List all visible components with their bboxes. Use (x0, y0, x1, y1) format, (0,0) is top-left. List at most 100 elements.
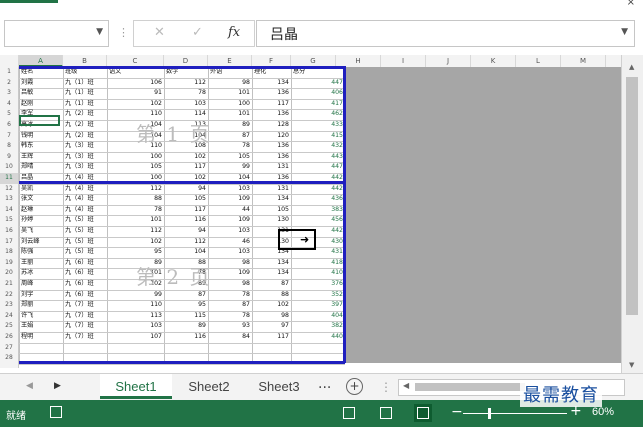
data-cell[interactable]: 九（5）班 (65, 237, 105, 247)
data-cell[interactable]: 78 (210, 290, 250, 300)
row-header-21[interactable]: 21 (0, 279, 18, 290)
data-cell[interactable]: 87 (210, 300, 250, 310)
data-cell[interactable]: 415 (293, 131, 343, 141)
data-cell[interactable]: 417 (293, 99, 343, 109)
data-cell[interactable]: 九（2）班 (65, 120, 105, 130)
column-header-m[interactable]: M (561, 55, 606, 67)
data-cell[interactable]: 97 (254, 321, 289, 331)
data-cell[interactable]: 89 (210, 120, 250, 130)
data-cell[interactable]: 406 (293, 88, 343, 98)
page-layout-view-button[interactable] (377, 404, 395, 422)
enter-icon[interactable]: ✓ (192, 25, 203, 40)
row-header-12[interactable]: 12 (0, 184, 18, 195)
data-cell[interactable]: 418 (293, 258, 343, 268)
data-cell[interactable]: 136 (254, 88, 289, 98)
page-break-preview-button[interactable] (414, 404, 432, 422)
row-header-20[interactable]: 20 (0, 268, 18, 279)
data-cell[interactable]: 105 (210, 152, 250, 162)
data-cell[interactable]: 陈强 (21, 247, 61, 257)
data-cell[interactable]: 78 (166, 88, 206, 98)
scroll-up-icon[interactable]: ▲ (629, 63, 634, 71)
formula-input[interactable]: 吕晶 ▼ (256, 20, 635, 47)
data-cell[interactable]: 九（6）班 (65, 258, 105, 268)
row-header-9[interactable]: 9 (0, 152, 18, 163)
zoom-out-icon[interactable]: − (451, 404, 463, 420)
data-cell[interactable]: 103 (109, 321, 162, 331)
data-cell[interactable]: 447 (293, 162, 343, 172)
data-cell[interactable]: 134 (254, 258, 289, 268)
data-cell[interactable]: 46 (210, 237, 250, 247)
data-cell[interactable]: 456 (293, 215, 343, 225)
data-cell[interactable]: 128 (254, 120, 289, 130)
data-cell[interactable]: 410 (293, 268, 343, 278)
data-cell[interactable]: 78 (210, 311, 250, 321)
data-cell[interactable]: 吕敏 (21, 88, 61, 98)
data-cell[interactable]: 94 (166, 184, 206, 194)
data-cell[interactable]: 95 (166, 300, 206, 310)
row-header-28[interactable]: 28 (0, 353, 18, 364)
data-cell[interactable]: 九（1）班 (65, 99, 105, 109)
data-cell[interactable]: 九（5）班 (65, 247, 105, 257)
data-cell[interactable]: 郑晴 (21, 162, 61, 172)
data-cell[interactable]: 九（7）班 (65, 332, 105, 342)
data-cell[interactable]: 九（6）班 (65, 268, 105, 278)
vertical-scrollbar[interactable]: ▲ ▼ (621, 55, 643, 373)
data-cell[interactable]: 131 (254, 162, 289, 172)
row-header-2[interactable]: 2 (0, 78, 18, 89)
horizontal-scroll-thumb[interactable] (415, 383, 525, 391)
data-cell[interactable]: 许飞 (21, 311, 61, 321)
data-cell[interactable]: 112 (109, 184, 162, 194)
data-cell[interactable]: 78 (210, 141, 250, 151)
data-cell[interactable]: 102 (254, 300, 289, 310)
data-cell[interactable]: 九（7）班 (65, 311, 105, 321)
data-cell[interactable]: 九（3）班 (65, 141, 105, 151)
data-cell[interactable]: 九（3）班 (65, 152, 105, 162)
column-header-l[interactable]: L (516, 55, 561, 67)
data-cell[interactable]: 103 (166, 99, 206, 109)
row-header-1[interactable]: 1 (0, 67, 18, 78)
data-cell[interactable]: 88 (254, 290, 289, 300)
data-cell[interactable]: 郑丽 (21, 300, 61, 310)
more-sheets-icon[interactable]: ... (318, 376, 331, 392)
column-header-i[interactable]: I (381, 55, 426, 67)
data-cell[interactable]: 112 (166, 237, 206, 247)
row-header-25[interactable]: 25 (0, 321, 18, 332)
data-cell[interactable]: 刘霞 (21, 78, 61, 88)
data-cell[interactable]: 436 (293, 194, 343, 204)
data-cell[interactable]: 95 (109, 247, 162, 257)
data-cell[interactable]: 87 (210, 131, 250, 141)
data-cell[interactable]: 115 (166, 311, 206, 321)
row-header-15[interactable]: 15 (0, 215, 18, 226)
chevron-down-icon[interactable]: ▼ (96, 27, 103, 37)
page-break-line[interactable] (19, 181, 345, 184)
row-header-19[interactable]: 19 (0, 258, 18, 269)
data-cell[interactable]: 117 (166, 162, 206, 172)
data-cell[interactable]: 134 (254, 78, 289, 88)
data-cell[interactable]: 89 (166, 321, 206, 331)
row-header-8[interactable]: 8 (0, 141, 18, 152)
data-cell[interactable]: 102 (109, 99, 162, 109)
data-cell[interactable]: 九（4）班 (65, 184, 105, 194)
scroll-down-icon[interactable]: ▼ (629, 361, 634, 369)
data-cell[interactable]: 钱明 (21, 131, 61, 141)
data-cell[interactable]: 98 (210, 258, 250, 268)
data-cell[interactable]: 134 (254, 194, 289, 204)
data-cell[interactable]: 116 (166, 215, 206, 225)
data-cell[interactable]: 110 (109, 300, 162, 310)
data-cell[interactable]: 134 (254, 268, 289, 278)
data-cell[interactable]: 105 (166, 194, 206, 204)
data-cell[interactable]: 105 (254, 205, 289, 215)
data-cell[interactable]: 112 (166, 78, 206, 88)
data-cell[interactable]: 九（5）班 (65, 215, 105, 225)
data-cell[interactable]: 442 (293, 184, 343, 194)
data-cell[interactable]: 91 (109, 88, 162, 98)
data-cell[interactable]: 九（2）班 (65, 131, 105, 141)
data-cell[interactable]: 101 (109, 215, 162, 225)
data-cell[interactable]: 王丽 (21, 258, 61, 268)
data-cell[interactable]: 九（1）班 (65, 88, 105, 98)
active-cell[interactable] (19, 115, 60, 126)
data-cell[interactable]: 苏冰 (21, 268, 61, 278)
row-header-23[interactable]: 23 (0, 300, 18, 311)
data-cell[interactable]: 112 (109, 226, 162, 236)
data-cell[interactable]: 99 (109, 290, 162, 300)
